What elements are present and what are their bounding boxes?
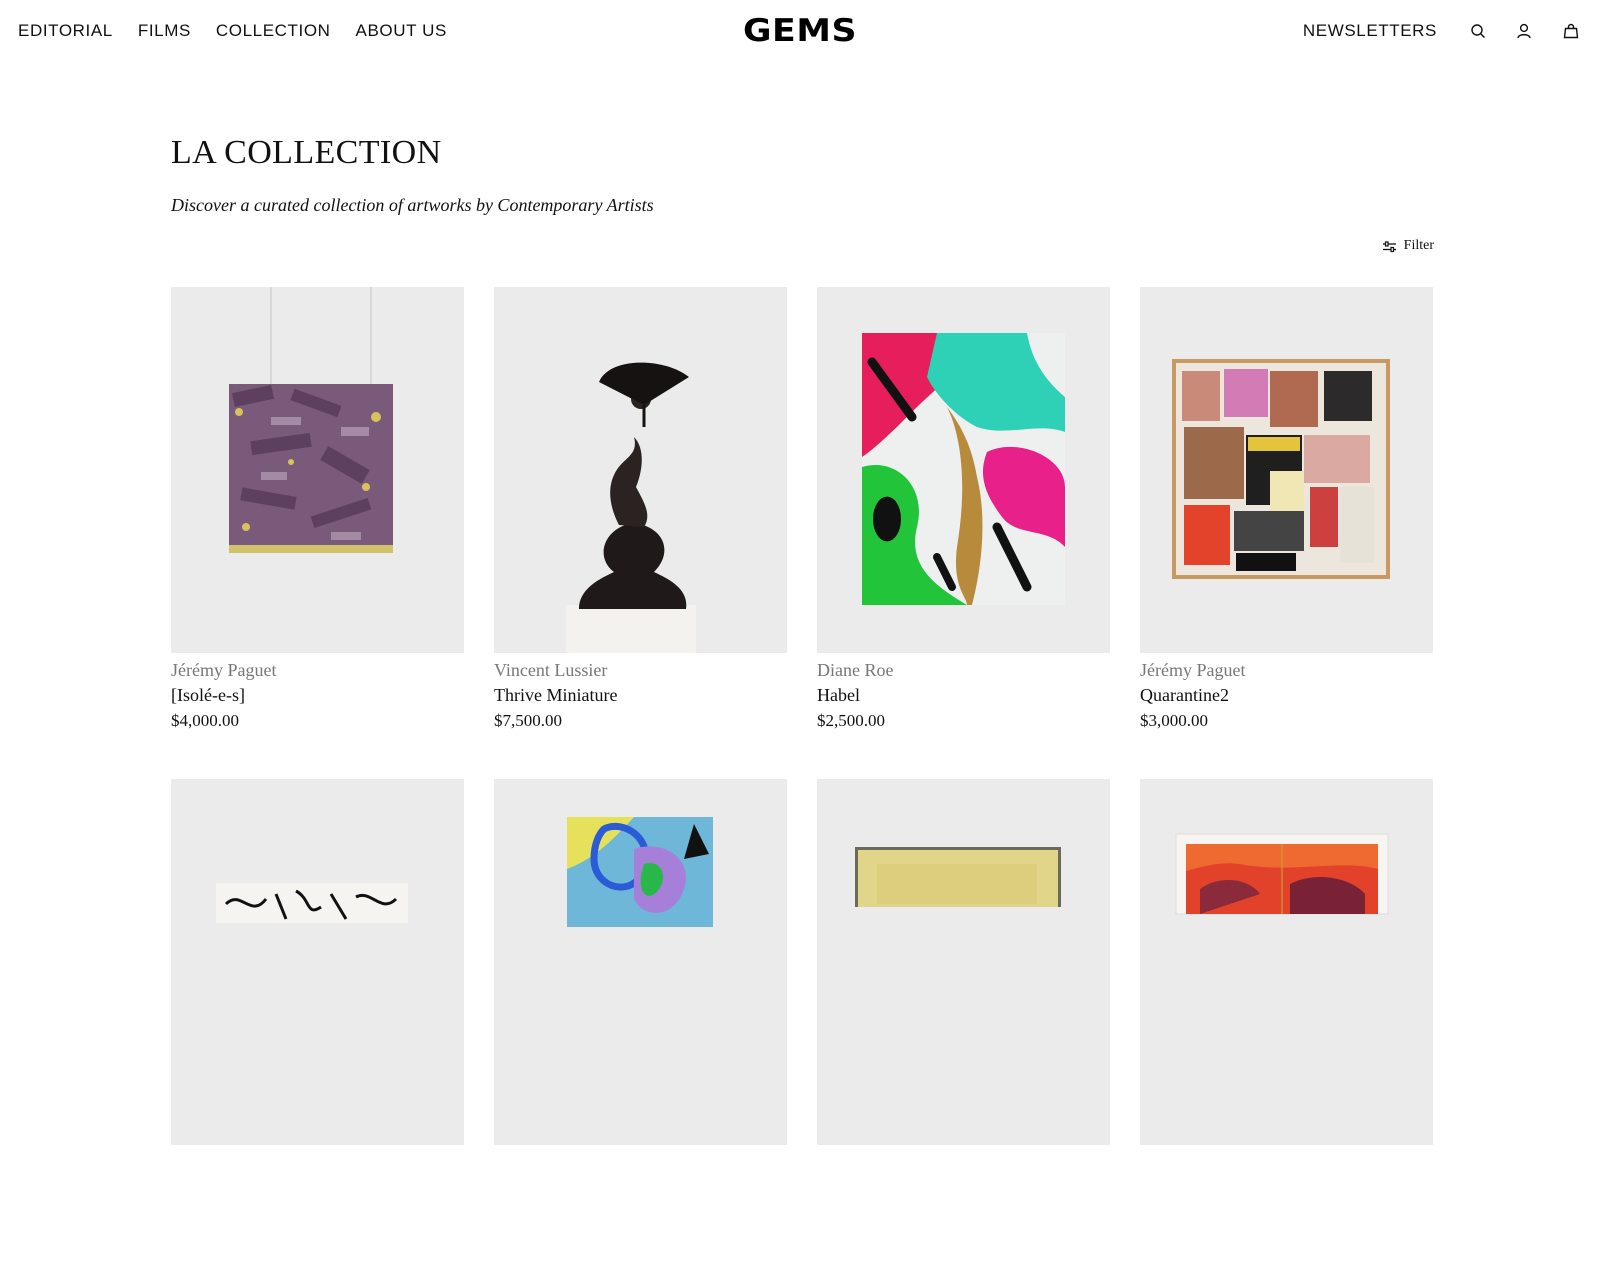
product-image[interactable] — [1140, 779, 1433, 1145]
artwork-bronze-statue — [566, 362, 696, 653]
product-image[interactable] — [817, 287, 1110, 653]
artwork-black-lines-drawing — [216, 883, 408, 923]
product-image[interactable] — [1140, 287, 1433, 653]
product-card[interactable] — [494, 779, 787, 1271]
product-card[interactable]: Diane Roe Habel $2,500.00 — [817, 287, 1110, 779]
site-logo[interactable]: GEMS — [743, 13, 857, 49]
page-subtitle: Discover a curated collection of artwork… — [171, 195, 654, 215]
product-image[interactable] — [171, 779, 464, 1145]
main-nav: EDITORIAL FILMS COLLECTION ABOUT US — [18, 21, 447, 41]
product-image[interactable] — [494, 287, 787, 653]
filter-button[interactable]: Filter — [1382, 238, 1434, 254]
product-card[interactable] — [817, 779, 1110, 1271]
filter-label: Filter — [1403, 238, 1434, 253]
product-price — [494, 1200, 787, 1225]
product-artist[interactable]: Jérémy Paguet — [171, 658, 464, 682]
artwork-yellow-painting — [855, 847, 1061, 907]
nav-about-us[interactable]: ABOUT US — [356, 21, 447, 41]
product-image[interactable] — [171, 287, 464, 653]
filter-icon — [1382, 240, 1396, 252]
account-icon[interactable] — [1515, 22, 1533, 40]
product-title[interactable] — [171, 1174, 464, 1200]
product-title[interactable] — [817, 1174, 1110, 1200]
newsletters-link[interactable]: NEWSLETTERS — [1303, 21, 1437, 41]
product-card[interactable] — [1140, 779, 1433, 1271]
artwork-collage — [1172, 359, 1390, 579]
nav-editorial[interactable]: EDITORIAL — [18, 21, 113, 41]
product-artist[interactable]: Jérémy Paguet — [1140, 658, 1433, 682]
product-title[interactable] — [1140, 1174, 1433, 1200]
artwork-abstract-painting — [862, 333, 1065, 605]
product-title[interactable]: Quarantine2 — [1140, 682, 1433, 708]
header-actions: NEWSLETTERS — [1303, 21, 1600, 41]
artwork-red-landscape — [1175, 833, 1389, 915]
product-price — [171, 1200, 464, 1225]
product-artist[interactable] — [1140, 1150, 1433, 1174]
product-title[interactable]: [Isolé-e-s] — [171, 682, 464, 708]
product-title[interactable] — [494, 1174, 787, 1200]
product-artist[interactable]: Diane Roe — [817, 658, 1110, 682]
site-header: EDITORIAL FILMS COLLECTION ABOUT US GEMS… — [0, 0, 1600, 64]
product-price — [1140, 1200, 1433, 1225]
product-artist[interactable] — [171, 1150, 464, 1174]
nav-films[interactable]: FILMS — [138, 21, 191, 41]
product-artist[interactable] — [494, 1150, 787, 1174]
cart-icon[interactable] — [1562, 22, 1580, 40]
nav-collection[interactable]: COLLECTION — [216, 21, 331, 41]
product-image[interactable] — [817, 779, 1110, 1145]
product-card[interactable]: Jérémy Paguet [Isolé-e-s] $4,000.00 — [171, 287, 464, 779]
artwork-purple-sculpture — [229, 287, 393, 553]
product-card[interactable]: Jérémy Paguet Quarantine2 $3,000.00 — [1140, 287, 1433, 779]
product-price: $2,500.00 — [817, 711, 885, 730]
product-title[interactable]: Thrive Miniature — [494, 682, 787, 708]
product-artist[interactable] — [817, 1150, 1110, 1174]
product-artist[interactable]: Vincent Lussier — [494, 658, 787, 682]
artwork-colorful-abstract — [567, 817, 713, 927]
product-price: $4,000.00 — [171, 711, 239, 730]
product-title[interactable]: Habel — [817, 682, 1110, 708]
product-price: $7,500.00 — [494, 711, 562, 730]
search-icon[interactable] — [1469, 22, 1487, 40]
product-price: $3,000.00 — [1140, 711, 1208, 730]
product-image[interactable] — [494, 779, 787, 1145]
page-title: LA COLLECTION — [171, 134, 442, 171]
product-card[interactable]: Vincent Lussier Thrive Miniature $7,500.… — [494, 287, 787, 779]
product-grid: Jérémy Paguet [Isolé-e-s] $4,000.00 Vinc… — [171, 287, 1433, 1271]
product-card[interactable] — [171, 779, 464, 1271]
product-price — [817, 1200, 1110, 1225]
